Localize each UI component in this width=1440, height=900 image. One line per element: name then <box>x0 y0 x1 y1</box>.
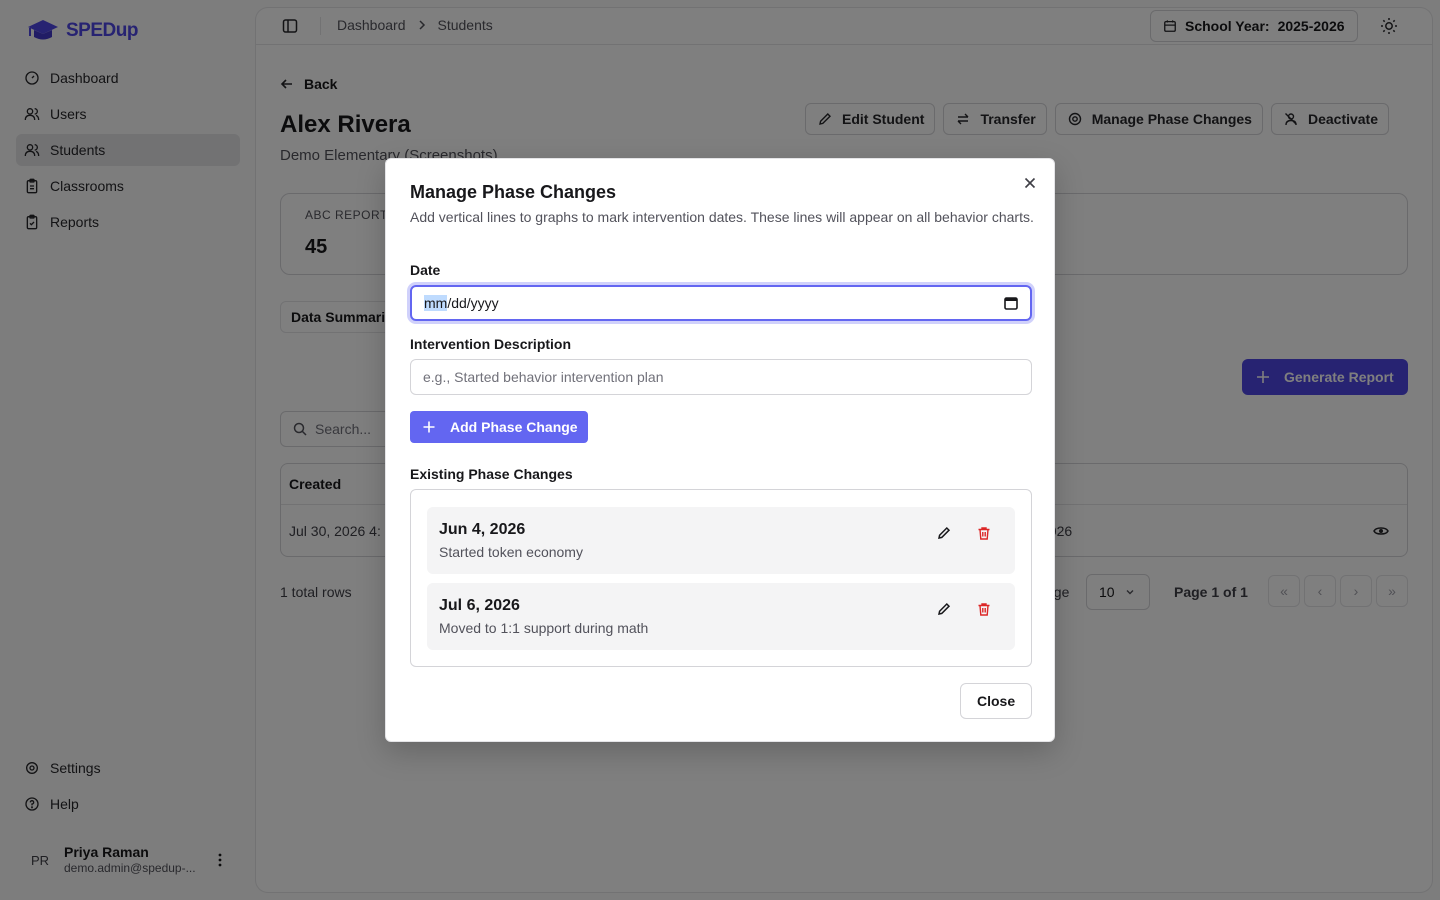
trash-icon[interactable] <box>977 526 991 540</box>
manage-phase-changes-dialog: Manage Phase Changes Add vertical lines … <box>385 158 1055 742</box>
list-item: Jul 6, 2026 Moved to 1:1 support during … <box>427 583 1015 650</box>
phase-change-date: Jul 6, 2026 <box>439 597 520 614</box>
phase-change-description: Started token economy <box>439 544 583 560</box>
plus-icon <box>423 421 435 433</box>
existing-label: Existing Phase Changes <box>410 466 573 482</box>
phase-change-description: Moved to 1:1 support during math <box>439 620 649 636</box>
pencil-icon[interactable] <box>937 526 951 540</box>
date-label: Date <box>410 262 441 278</box>
pencil-icon[interactable] <box>937 602 951 616</box>
date-month-segment[interactable]: mm <box>424 295 448 311</box>
date-field[interactable]: mm/dd/yyyy <box>410 285 1032 321</box>
description-label: Intervention Description <box>410 336 572 352</box>
trash-icon[interactable] <box>977 602 991 616</box>
close-icon[interactable] <box>1022 175 1038 191</box>
phase-change-date: Jun 4, 2026 <box>439 521 526 538</box>
close-button[interactable]: Close <box>960 683 1033 719</box>
add-phase-change-label: Add Phase Change <box>450 419 578 435</box>
add-phase-change-button[interactable]: Add Phase Change <box>410 411 588 443</box>
dialog-description: Add vertical lines to graphs to mark int… <box>410 209 1034 225</box>
date-rest-segment[interactable]: /dd/yyyy <box>447 295 498 311</box>
dialog-title: Manage Phase Changes <box>410 182 617 202</box>
calendar-icon[interactable] <box>1004 296 1018 310</box>
list-item: Jun 4, 2026 Started token economy <box>427 507 1015 574</box>
intervention-description-input[interactable] <box>410 359 1032 395</box>
phase-change-list: Jun 4, 2026 Started token economy Jul 6,… <box>410 489 1032 667</box>
